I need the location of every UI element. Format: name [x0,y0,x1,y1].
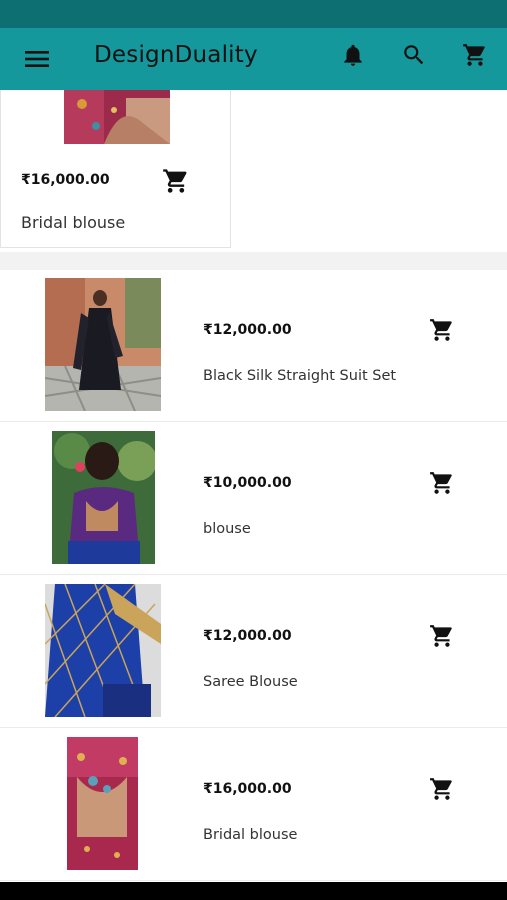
product-image[interactable] [64,90,170,144]
product-price: ₹16,000.00 [21,172,110,188]
add-to-cart-icon[interactable] [428,623,456,649]
cart-icon[interactable] [461,42,489,68]
product-list-item[interactable]: ₹12,000.00 Black Silk Straight Suit Set [0,270,507,422]
product-image[interactable] [45,584,161,717]
product-card[interactable]: ₹16,000.00 Bridal blouse [0,90,231,248]
product-list-item[interactable]: ₹12,000.00 Saree Blouse [0,576,507,728]
add-to-cart-icon[interactable] [428,776,456,802]
product-price: ₹12,000.00 [203,322,292,338]
app-title: DesignDuality [94,42,258,68]
product-list-item[interactable]: ₹16,000.00 Bridal blouse [0,729,507,881]
status-bar [0,0,507,28]
product-name: Bridal blouse [203,827,298,843]
product-name: Black Silk Straight Suit Set [203,368,397,384]
menu-icon[interactable] [24,48,50,70]
bell-icon[interactable] [340,42,366,68]
system-navigation-bar [0,882,507,900]
product-image[interactable] [67,737,138,870]
product-price: ₹16,000.00 [203,781,292,797]
product-image[interactable] [52,431,155,564]
add-to-cart-icon[interactable] [428,470,456,496]
product-image[interactable] [45,278,161,411]
product-name: blouse [203,521,251,537]
add-to-cart-icon[interactable] [428,317,456,343]
product-name: Saree Blouse [203,674,298,690]
product-list-item[interactable]: ₹10,000.00 blouse [0,423,507,575]
search-icon[interactable] [401,42,427,68]
product-price: ₹10,000.00 [203,475,292,491]
product-price: ₹12,000.00 [203,628,292,644]
add-to-cart-icon[interactable] [161,167,191,195]
product-name: Bridal blouse [21,213,126,232]
